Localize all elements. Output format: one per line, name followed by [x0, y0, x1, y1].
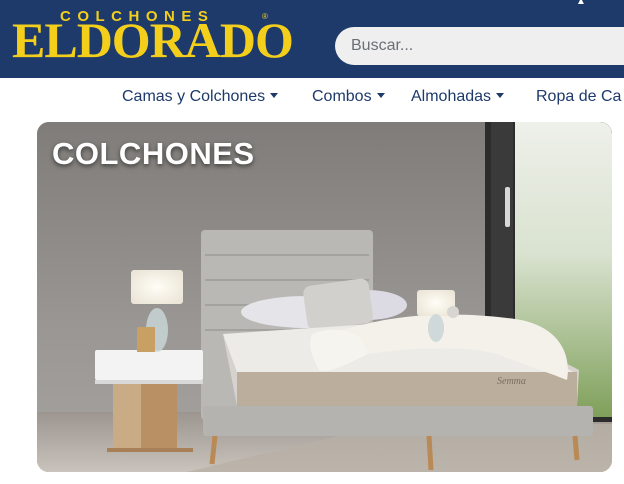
caret-down-icon: [270, 93, 279, 98]
search-box: [335, 27, 624, 65]
nav-item-ropa-de-cama[interactable]: Ropa de Ca: [536, 88, 621, 110]
registered-mark: ®: [262, 12, 268, 21]
logo-main-word: ELDORADO: [12, 12, 294, 68]
nav-item-label: Camas y Colchones: [122, 88, 266, 105]
nav-item-label: Ropa de Ca: [536, 88, 622, 105]
banner-title: COLCHONES: [52, 136, 255, 171]
nav-item-camas-y-colchones[interactable]: Camas y Colchones: [122, 88, 279, 110]
nav-item-combos[interactable]: Combos: [312, 88, 385, 110]
bedroom-photo: Semma: [37, 122, 612, 472]
search-input[interactable]: [351, 27, 621, 65]
site-header: COLCHONES ELDORADO ® ▲: [0, 0, 624, 78]
main-nav: Camas y Colchones Combos Almohadas Ropa …: [0, 78, 624, 118]
nav-item-label: Almohadas: [411, 88, 492, 105]
colchones-banner[interactable]: Semma COLCHONES: [37, 122, 612, 472]
nav-item-almohadas[interactable]: Almohadas: [411, 88, 505, 110]
mattress-label: Semma: [497, 376, 526, 387]
caret-down-icon: [376, 93, 385, 98]
caret-down-icon: [496, 93, 505, 98]
brand-logo[interactable]: COLCHONES ELDORADO ®: [12, 8, 294, 66]
caret-up-icon[interactable]: ▲: [576, 0, 586, 7]
nav-item-label: Combos: [312, 88, 372, 105]
